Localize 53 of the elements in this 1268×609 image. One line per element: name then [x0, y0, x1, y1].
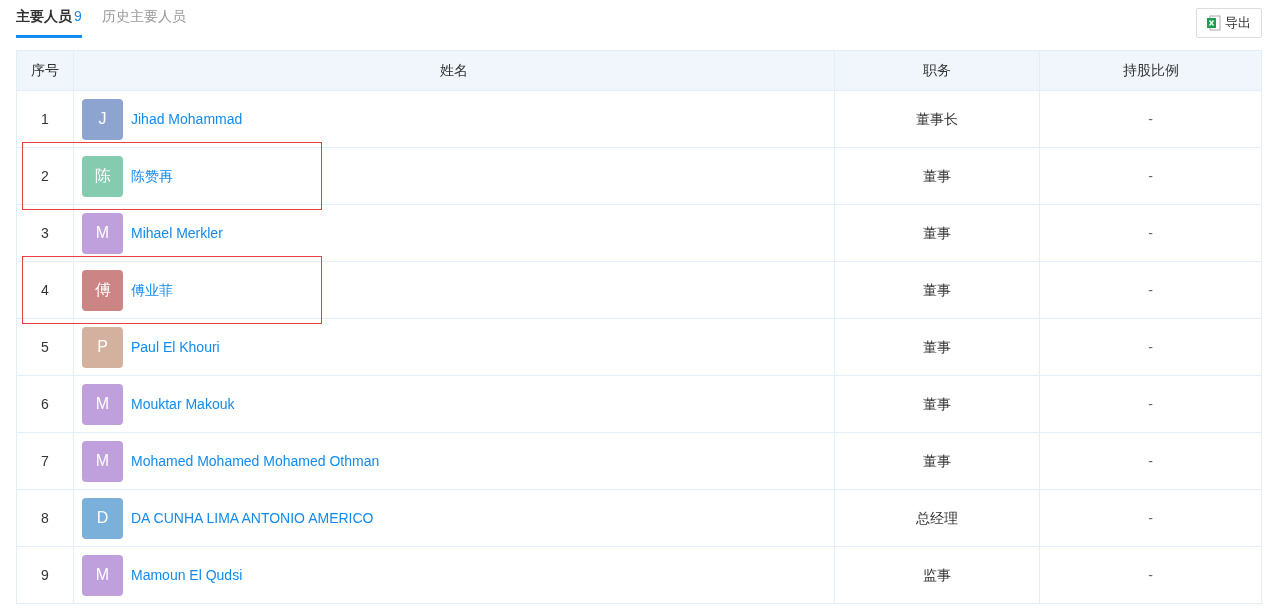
share-cell: - [1039, 546, 1262, 604]
export-button[interactable]: 导出 [1196, 8, 1262, 38]
share-cell: - [1039, 90, 1262, 148]
person-name-link[interactable]: Jihad Mohammad [131, 110, 243, 127]
person-name-link[interactable]: Mohamed Mohamed Mohamed Othman [131, 452, 380, 469]
person-name-link[interactable]: Mihael Merkler [131, 224, 223, 241]
row-number: 2 [41, 167, 49, 184]
share-cell: - [1039, 204, 1262, 262]
tab[interactable]: 主要人员9 [16, 6, 82, 38]
column-header: 姓名 [73, 50, 835, 91]
share-cell: - [1039, 318, 1262, 376]
row-number: 7 [41, 452, 49, 469]
avatar: J [82, 98, 123, 140]
person-name-link[interactable]: Mamoun El Qudsi [131, 566, 243, 583]
column-header: 持股比例 [1039, 50, 1262, 91]
column-header: 序号 [16, 50, 74, 91]
avatar: M [82, 440, 123, 482]
spreadsheet-icon [1207, 14, 1221, 31]
person-name-link[interactable]: DA CUNHA LIMA ANTONIO AMERICO [131, 509, 374, 526]
column-header: 职务 [834, 50, 1040, 91]
row-number: 4 [41, 281, 49, 298]
row-number: 8 [41, 509, 49, 526]
tab[interactable]: 历史主要人员 [101, 6, 186, 38]
position-cell: 董事 [834, 147, 1040, 205]
person-name-link[interactable]: 傅业菲 [131, 281, 173, 298]
person-name-link[interactable]: Paul El Khouri [131, 338, 220, 355]
avatar: M [82, 212, 123, 254]
share-cell: - [1039, 432, 1262, 490]
position-cell: 董事 [834, 432, 1040, 490]
avatar: M [82, 554, 123, 596]
share-cell: - [1039, 375, 1262, 433]
row-number: 5 [41, 338, 49, 355]
avatar: M [82, 383, 123, 425]
row-number: 9 [41, 566, 49, 583]
avatar: 陈 [82, 155, 123, 197]
position-cell: 监事 [834, 546, 1040, 604]
row-number: 6 [41, 395, 49, 412]
row-number: 1 [41, 110, 49, 127]
share-cell: - [1039, 489, 1262, 547]
position-cell: 董事 [834, 261, 1040, 319]
person-name-link[interactable]: 陈赞再 [131, 167, 173, 184]
position-cell: 董事长 [834, 90, 1040, 148]
avatar: P [82, 326, 123, 368]
person-name-link[interactable]: Mouktar Makouk [131, 395, 235, 412]
position-cell: 董事 [834, 204, 1040, 262]
share-cell: - [1039, 147, 1262, 205]
position-cell: 董事 [834, 375, 1040, 433]
avatar: D [82, 497, 123, 539]
avatar: 傅 [82, 269, 123, 311]
share-cell: - [1039, 261, 1262, 319]
position-cell: 总经理 [834, 489, 1040, 547]
row-number: 3 [41, 224, 49, 241]
position-cell: 董事 [834, 318, 1040, 376]
